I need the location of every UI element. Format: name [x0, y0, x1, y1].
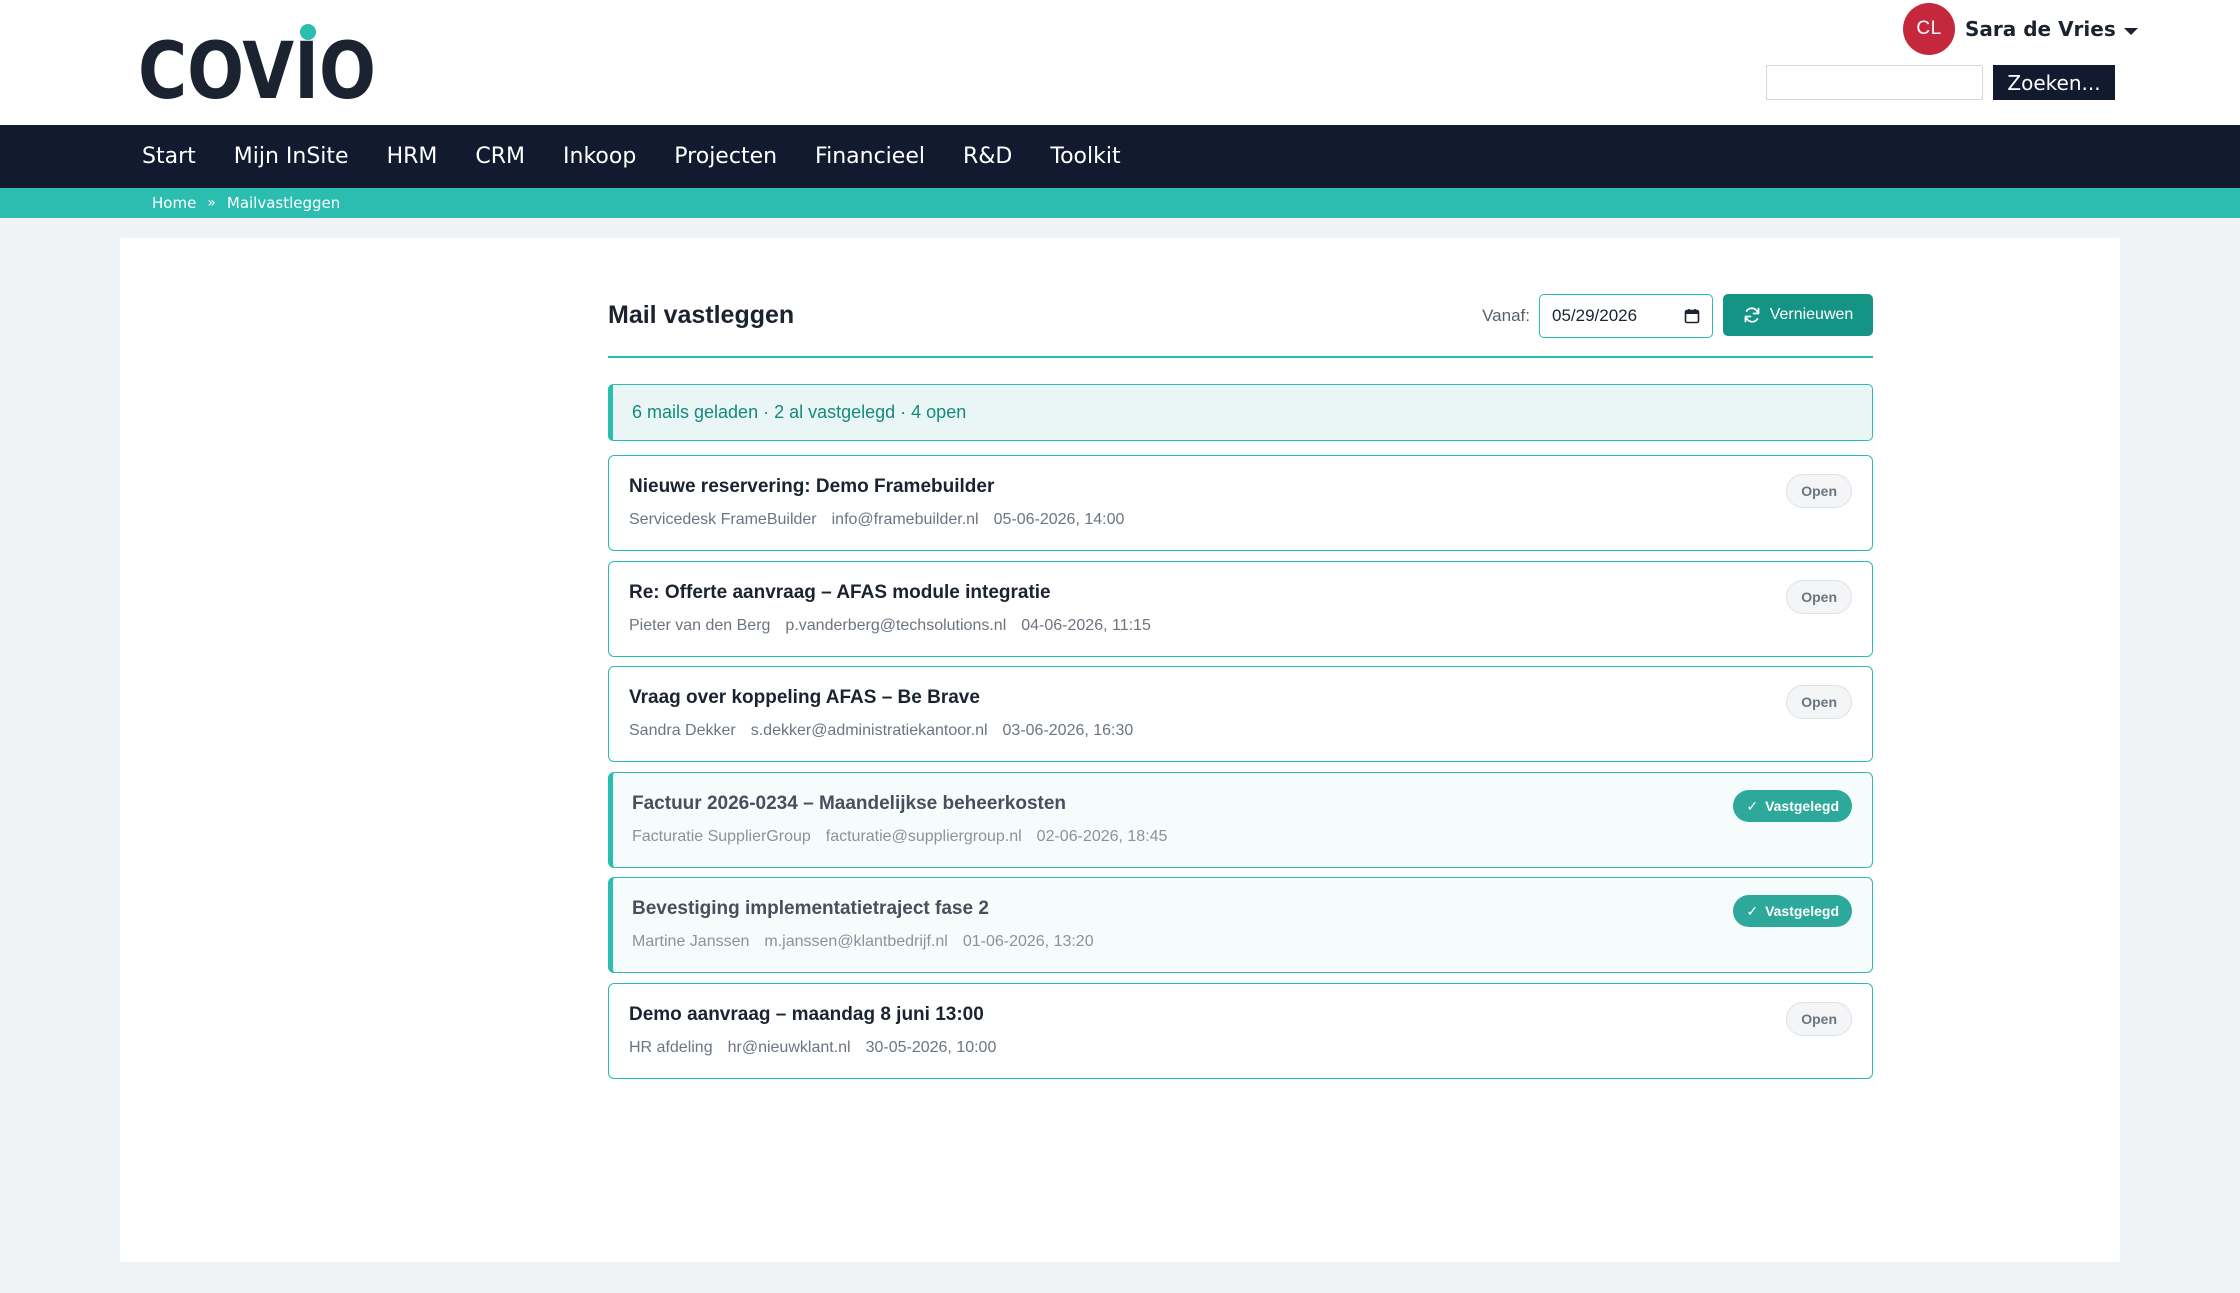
check-icon: ✓ [1746, 797, 1759, 814]
nav-item-mijn-insite[interactable]: Mijn InSite [215, 144, 368, 169]
svg-text:COVIO: COVIO [138, 27, 376, 104]
nav-item-projecten[interactable]: Projecten [655, 144, 796, 169]
summary-alert: 6 mails geladen · 2 al vastgelegd · 4 op… [608, 384, 1873, 441]
from-date-value: 05/29/2026 [1552, 306, 1638, 325]
search-button[interactable]: Zoeken... [1993, 65, 2115, 100]
mail-date: 02-06-2026, 18:45 [1036, 828, 1168, 845]
mail-meta: Facturatie SupplierGroup facturatie@supp… [632, 828, 1182, 846]
nav-item-financieel[interactable]: Financieel [796, 144, 944, 169]
breadcrumb-home[interactable]: Home [152, 194, 196, 212]
mail-item[interactable]: Re: Offerte aanvraag – AFAS module integ… [608, 561, 1873, 657]
chevron-down-icon [2123, 27, 2138, 35]
mail-meta: Sandra Dekker s.dekker@administratiekant… [629, 722, 1148, 740]
mail-email: info@framebuilder.nl [831, 511, 979, 528]
mail-item[interactable]: Vraag over koppeling AFAS – Be Brave San… [608, 666, 1873, 762]
mail-email: s.dekker@administratiekantoor.nl [750, 722, 988, 739]
mail-panel: Mail vastleggen Vanaf: 05/29/2026 Vernie… [608, 294, 1873, 1079]
mail-date: 03-06-2026, 16:30 [1002, 722, 1134, 739]
mail-email: p.vanderberg@techsolutions.nl [785, 617, 1007, 634]
user-menu[interactable]: CL Sara de Vries [1903, 3, 2138, 55]
breadcrumb-bar: Home » Mailvastleggen [0, 188, 2240, 218]
mail-subject: Nieuwe reservering: Demo Framebuilder [629, 476, 995, 497]
nav-item-start[interactable]: Start [123, 144, 215, 169]
covio-logo[interactable]: COVIO [138, 22, 378, 104]
status-badge: ✓ Vastgelegd [1733, 790, 1852, 822]
mail-date: 05-06-2026, 14:00 [993, 511, 1125, 528]
main-nav: Start Mijn InSite HRM CRM Inkoop Project… [0, 125, 2240, 188]
nav-item-toolkit[interactable]: Toolkit [1031, 144, 1139, 169]
top-header: COVIO CL Sara de Vries Zoeken... [0, 0, 2240, 125]
mail-sender: HR afdeling [629, 1039, 713, 1056]
check-icon: ✓ [1746, 902, 1759, 919]
status-badge: Open [1786, 580, 1852, 614]
nav-item-crm[interactable]: CRM [456, 144, 544, 169]
mail-email: m.janssen@klantbedrijf.nl [764, 933, 948, 950]
mail-item[interactable]: Factuur 2026-0234 – Maandelijkse beheerk… [608, 772, 1873, 868]
mail-email: facturatie@suppliergroup.nl [825, 828, 1022, 845]
nav-item-inkoop[interactable]: Inkoop [544, 144, 655, 169]
status-badge: ✓ Vastgelegd [1733, 895, 1852, 927]
mail-subject: Factuur 2026-0234 – Maandelijkse beheerk… [632, 793, 1067, 814]
mail-item[interactable]: Demo aanvraag – maandag 8 juni 13:00 HR … [608, 983, 1873, 1079]
mail-item[interactable]: Bevestiging implementatietraject fase 2 … [608, 877, 1873, 973]
mail-subject: Vraag over koppeling AFAS – Be Brave [629, 687, 980, 708]
mail-sender: Servicedesk FrameBuilder [629, 511, 817, 528]
breadcrumb-current: Mailvastleggen [226, 194, 341, 212]
avatar: CL [1903, 3, 1955, 55]
status-label: Vastgelegd [1765, 903, 1839, 919]
mail-sender: Facturatie SupplierGroup [632, 828, 811, 845]
mail-date: 01-06-2026, 13:20 [962, 933, 1094, 950]
mail-date: 04-06-2026, 11:15 [1021, 617, 1151, 634]
mail-subject: Bevestiging implementatietraject fase 2 [632, 898, 989, 919]
calendar-icon[interactable] [1684, 308, 1700, 324]
mail-subject: Demo aanvraag – maandag 8 juni 13:00 [629, 1004, 984, 1025]
mail-meta: Pieter van den Berg p.vanderberg@techsol… [629, 617, 1166, 635]
status-badge: Open [1786, 1002, 1852, 1036]
page-title: Mail vastleggen [608, 301, 795, 329]
mail-sender: Sandra Dekker [629, 722, 736, 739]
user-name: Sara de Vries [1965, 17, 2116, 41]
status-badge: Open [1786, 474, 1852, 508]
mail-meta: Servicedesk FrameBuilder info@framebuild… [629, 511, 1139, 529]
mail-meta: HR afdeling hr@nieuwklant.nl 30-05-2026,… [629, 1039, 1011, 1057]
search-input[interactable] [1766, 65, 1983, 100]
mail-subject: Re: Offerte aanvraag – AFAS module integ… [629, 582, 1051, 603]
status-badge: Open [1786, 685, 1852, 719]
refresh-icon [1744, 307, 1760, 323]
breadcrumb: Home » Mailvastleggen [152, 188, 340, 218]
refresh-label: Vernieuwen [1769, 306, 1854, 323]
from-date-label: Vanaf: [1482, 306, 1530, 325]
refresh-button[interactable]: Vernieuwen [1723, 294, 1873, 336]
mail-sender: Pieter van den Berg [629, 617, 771, 634]
mail-date: 30-05-2026, 10:00 [865, 1039, 997, 1056]
status-label: Vastgelegd [1765, 798, 1839, 814]
content-card: Mail vastleggen Vanaf: 05/29/2026 Vernie… [120, 238, 2120, 1262]
from-date-input[interactable]: 05/29/2026 [1539, 294, 1713, 338]
panel-header: Mail vastleggen Vanaf: 05/29/2026 Vernie… [608, 294, 1873, 358]
nav-item-hrm[interactable]: HRM [368, 144, 457, 169]
mail-meta: Martine Janssen m.janssen@klantbedrijf.n… [632, 933, 1109, 951]
breadcrumb-separator: » [207, 195, 216, 211]
mail-email: hr@nieuwklant.nl [727, 1039, 851, 1056]
nav-item-rd[interactable]: R&D [944, 144, 1031, 169]
mail-sender: Martine Janssen [632, 933, 750, 950]
mail-item[interactable]: Nieuwe reservering: Demo Framebuilder Se… [608, 455, 1873, 551]
